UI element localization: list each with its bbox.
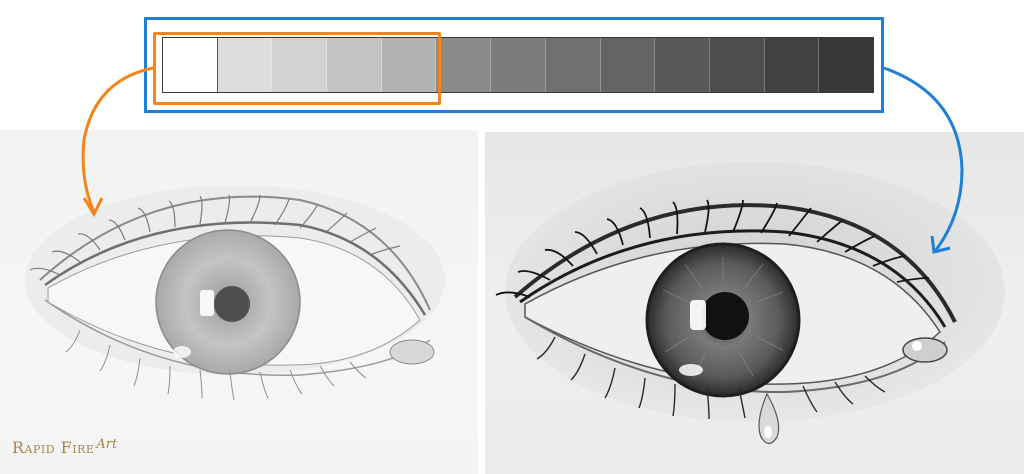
logo-accent-text: Art	[96, 437, 118, 452]
blue-arrow	[883, 66, 964, 251]
logo-main-text: Rapid Fire	[12, 438, 95, 457]
infographic-canvas: Rapid Fire Art	[0, 0, 1024, 474]
orange-arrow	[81, 66, 154, 213]
rapid-fire-art-logo: Rapid Fire Art	[12, 437, 118, 457]
connector-arrows	[81, 66, 964, 254]
